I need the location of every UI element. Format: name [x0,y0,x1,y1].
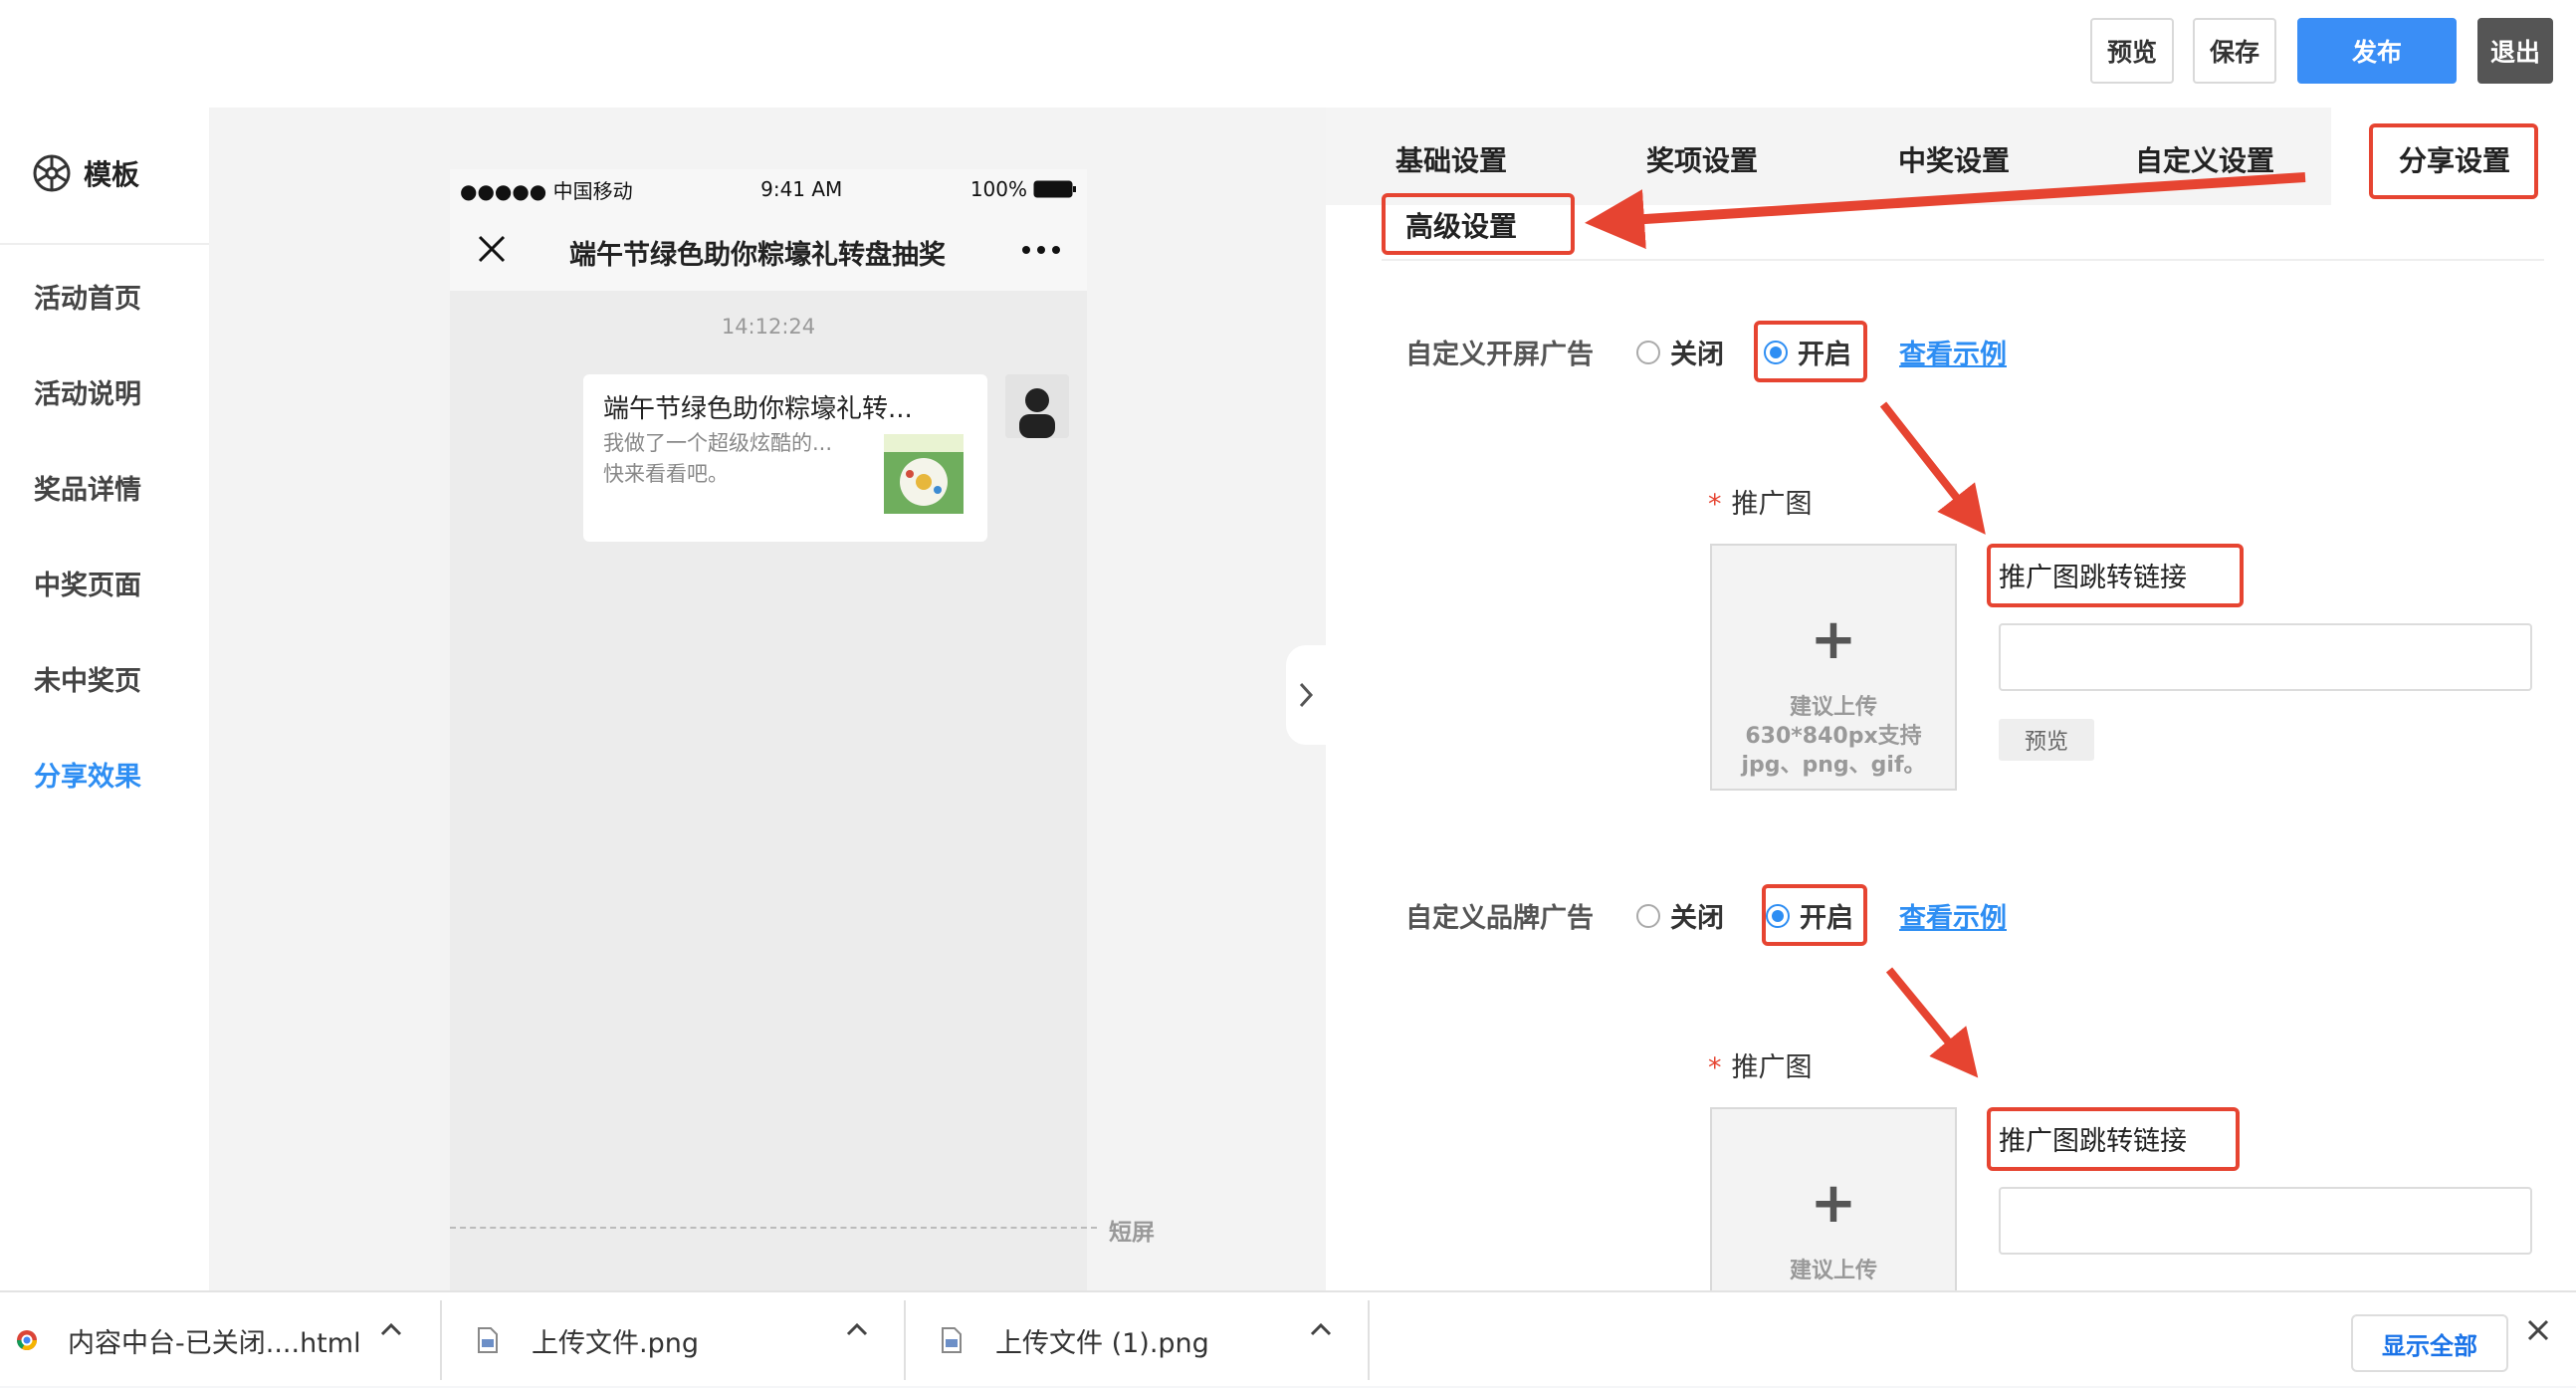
download-filename: 内容中台-已关闭....html [68,1327,361,1359]
battery-icon [1033,180,1077,198]
splash-ad-example-link[interactable]: 查看示例 [1899,333,2007,371]
annotation-box-brand-link [1987,1107,2240,1171]
collapse-handle[interactable] [1286,645,1326,745]
downloads-bar: 内容中台-已关闭....html 上传文件.png 上传文件 (1).png 显… [0,1290,2576,1386]
splash-ad-required-label: * 推广图 [1708,489,1813,520]
upload-hint: 建议上传 630*840px支持 jpg、png、gif。 [1741,695,1926,778]
splash-ad-upload[interactable]: + 建议上传 630*840px支持 jpg、png、gif。 [1710,544,1957,791]
short-screen-divider [450,1227,1097,1229]
phone-nav-bar: 端午节绿色助你粽壕礼转盘抽奖 [450,209,1087,291]
brand-ad-off-radio[interactable]: 关闭 [1636,896,1724,935]
close-icon[interactable] [476,233,508,265]
clock-text: 9:41 AM [760,177,843,201]
plus-icon: + [1810,1171,1857,1236]
annotation-box-splash-link [1987,544,2244,607]
brand-ad-example-link[interactable]: 查看示例 [1899,896,2007,935]
exit-button[interactable]: 退出 [2477,18,2553,84]
radio-off-label: 关闭 [1670,340,1724,370]
upload-hint: 建议上传 [1789,1259,1877,1283]
download-separator [440,1300,442,1380]
splash-ad-link-input[interactable] [1999,623,2532,691]
annotation-box-brand-on [1762,884,1867,946]
chrome-icon [16,1329,38,1351]
chevron-up-icon[interactable] [1310,1322,1332,1336]
avatar [1005,374,1069,438]
brand-ad-required-label: * 推广图 [1708,1052,1813,1083]
sidebar-divider [0,243,209,245]
show-all-downloads-button[interactable]: 显示全部 [2351,1314,2508,1372]
sidebar-item-prize-details[interactable]: 奖品详情 [34,468,141,507]
splash-ad-label: 自定义开屏广告 [1405,340,1594,370]
download-filename: 上传文件 (1).png [995,1327,1209,1359]
download-separator [904,1300,906,1380]
share-card-desc: 我做了一个超级炫酷的... 快来看看吧。 [603,431,833,486]
sidebar-logo-label: 模板 [84,158,140,191]
sidebar-item-lose-page[interactable]: 未中奖页 [34,659,141,698]
short-screen-label: 短屏 [1109,1220,1155,1246]
file-icon [942,1327,962,1353]
carrier-text: ●●●●● 中国移动 [460,178,633,203]
file-icon [478,1327,498,1353]
sidebar-item-description[interactable]: 活动说明 [34,372,141,411]
chat-timestamp: 14:12:24 [721,315,816,339]
radio-off-label: 关闭 [1670,903,1724,934]
publish-button[interactable]: 发布 [2297,18,2457,84]
chevron-up-icon[interactable] [846,1322,868,1336]
phone-status-bar: ●●●●● 中国移动 9:41 AM 100% [450,169,1087,209]
share-card: 端午节绿色助你粽壕礼转... 我做了一个超级炫酷的... 快来看看吧。 [583,374,987,542]
top-toolbar: 预览 保存 发布 退出 [0,0,2576,108]
splash-ad-off-radio[interactable]: 关闭 [1636,333,1724,371]
download-item[interactable]: 内容中台-已关闭....html [16,1292,361,1388]
preview-button[interactable]: 预览 [2090,18,2174,84]
phone-preview: ●●●●● 中国移动 9:41 AM 100% 端午节绿色助你粽壕礼转盘抽奖 1… [450,169,1087,1290]
download-item[interactable]: 上传文件.png [478,1292,699,1388]
sidebar-item-share-effect[interactable]: 分享效果 [34,755,141,794]
annotation-box-splash-on [1754,321,1867,382]
chevron-right-icon [1298,681,1314,709]
radio-off-icon [1636,903,1660,928]
save-button[interactable]: 保存 [2193,18,2276,84]
splash-ad-preview-button[interactable]: 预览 [1999,719,2094,761]
preview-canvas: ●●●●● 中国移动 9:41 AM 100% 端午节绿色助你粽壕礼转盘抽奖 1… [209,108,1326,1290]
download-filename: 上传文件.png [532,1327,699,1359]
share-card-thumbnail [884,434,964,514]
settings-panel: 基础设置 奖项设置 中奖设置 自定义设置 分享设置 高级设置 自定义开屏广告 关… [1326,108,2576,1290]
more-icon[interactable] [1021,245,1061,255]
close-icon[interactable] [2526,1318,2550,1342]
sidebar: 模板 活动首页 活动说明 奖品详情 中奖页面 未中奖页 分享效果 [0,108,209,1290]
plus-icon: + [1810,607,1857,672]
sidebar-item-win-page[interactable]: 中奖页面 [34,564,141,602]
brand-ad-link-input[interactable] [1999,1187,2532,1255]
brand-ad-label: 自定义品牌广告 [1405,903,1594,934]
download-separator [1368,1300,1370,1380]
share-card-title: 端午节绿色助你粽壕礼转... [603,394,913,424]
battery-indicator: 100% [970,177,1077,201]
download-item[interactable]: 上传文件 (1).png [942,1292,1209,1388]
brand-ad-upload[interactable]: + 建议上传 [1710,1107,1957,1290]
sidebar-item-home[interactable]: 活动首页 [34,277,141,316]
radio-off-icon [1636,340,1660,364]
phone-page-title: 端午节绿色助你粽壕礼转盘抽奖 [569,240,946,271]
battery-text: 100% [969,177,1027,201]
sidebar-logo[interactable]: 模板 [32,153,139,193]
chevron-up-icon[interactable] [380,1322,402,1336]
template-icon [32,153,72,193]
